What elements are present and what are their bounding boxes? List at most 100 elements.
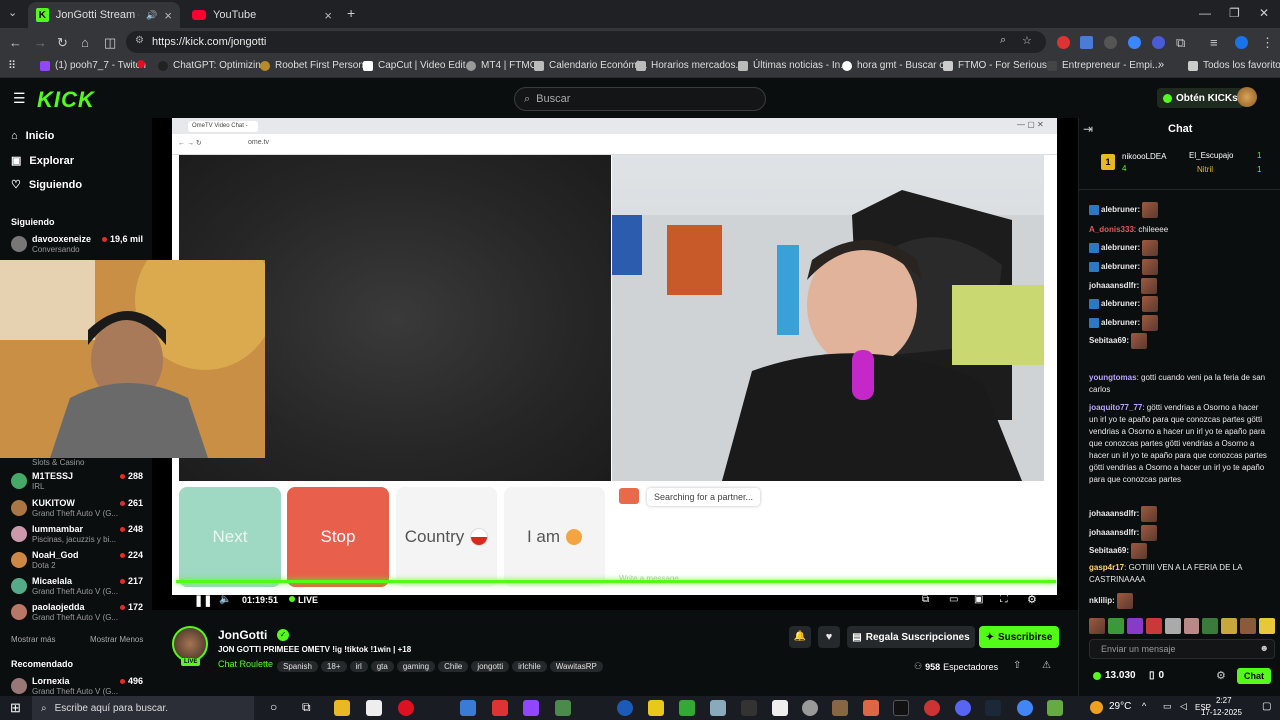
steam-icon[interactable] (985, 700, 1001, 716)
get-kicks-button[interactable]: Obtén KICKs (1157, 88, 1244, 108)
tag[interactable]: gaming (396, 661, 436, 672)
tray-arrow-icon[interactable]: ^ (1142, 701, 1146, 711)
settings-icon[interactable] (802, 700, 818, 716)
chat-settings-icon[interactable]: ⚙ (1216, 669, 1226, 682)
kick-logo[interactable]: KICK (37, 87, 95, 113)
followed-channel[interactable]: davooxeneize Conversando 19,6 mil (11, 234, 147, 256)
followed-channel[interactable]: lummambar Piscinas, jacuzzis y bi... 248 (11, 524, 147, 546)
clock-time[interactable]: 2:27 (1216, 696, 1232, 705)
chrome-icon[interactable] (1017, 700, 1033, 716)
streamer-name[interactable]: JonGotti (218, 628, 267, 642)
nav-following[interactable]: ♡ Siguiendo (11, 178, 82, 192)
tab-kick[interactable]: K JonGotti Stream - Watch L 🔊 × (28, 2, 180, 28)
network-icon[interactable]: ▭ (1163, 701, 1172, 712)
emote-icon[interactable] (1126, 618, 1143, 634)
emote-icon[interactable] (1259, 618, 1276, 634)
tiktok-icon[interactable] (893, 700, 909, 716)
followed-channel[interactable]: Micaelala Grand Theft Auto V (G... 217 (11, 576, 147, 598)
progress-bar[interactable] (176, 580, 1056, 583)
star-icon[interactable]: ☆ (1022, 34, 1032, 47)
emote-icon[interactable] (1164, 618, 1181, 634)
show-more-link[interactable]: Mostrar más (11, 635, 55, 644)
minimize-icon[interactable]: — (1199, 6, 1211, 20)
task-view-icon[interactable]: ⧉ (302, 700, 311, 715)
theater-mode-icon[interactable]: ▭ (949, 594, 958, 605)
kicks-balance[interactable]: 13.030 (1093, 670, 1136, 681)
points-balance[interactable]: ▯ 0 (1149, 670, 1164, 681)
volume-icon[interactable]: ◁ (1180, 701, 1187, 712)
zoom-app-icon[interactable] (617, 700, 633, 716)
app-icon[interactable] (772, 700, 788, 716)
nav-explore[interactable]: ▣ Explorar (11, 154, 74, 168)
emote-icon[interactable] (1202, 618, 1219, 634)
next-button[interactable]: Next (179, 487, 281, 587)
window-controls-icon[interactable]: — ▢ ✕ (1017, 120, 1044, 129)
followed-channel[interactable]: NoaH_God Dota 2 224 (11, 550, 147, 572)
taskbar-search-input[interactable]: ⌕ Escribe aquí para buscar. (32, 696, 254, 720)
followed-channel[interactable]: paolaojedda Grand Theft Auto V (G... 172 (11, 602, 147, 624)
gift-subscriptions-button[interactable]: ▤ Regala Suscripciones (847, 626, 975, 648)
emoji-icon[interactable]: ☻ (1260, 643, 1269, 653)
emote-icon[interactable] (1221, 618, 1238, 634)
more-bookmarks-icon[interactable]: » (1158, 59, 1164, 71)
settings-gear-icon[interactable]: ⚙ (1027, 593, 1037, 606)
nav-home[interactable]: ⌂ Inicio (11, 130, 54, 142)
twitch-icon[interactable] (523, 700, 539, 716)
chat-input[interactable]: Enviar un mensaje ☻ (1089, 639, 1275, 659)
home-icon[interactable]: ⌂ (81, 35, 89, 50)
app-icon[interactable] (1047, 700, 1063, 716)
menu-dots-icon[interactable]: ⋮ (1261, 35, 1274, 51)
bookmark-item[interactable]: Entrepreneur - Empi... (1047, 60, 1160, 71)
hamburger-menu-icon[interactable]: ☰ (13, 90, 26, 107)
app-icon[interactable] (555, 700, 571, 716)
tag[interactable]: gta (370, 661, 394, 672)
file-explorer-icon[interactable] (334, 700, 350, 716)
collapse-chat-icon[interactable]: ⇥ (1083, 122, 1093, 136)
bookmark-item[interactable]: MT4 | FTMO (466, 60, 537, 71)
nav-icons[interactable]: ← → ↻ (178, 139, 202, 147)
notifications-icon[interactable]: ▢ (1262, 701, 1271, 712)
back-icon[interactable]: ← (9, 35, 22, 50)
weather-temp[interactable]: 29°C (1109, 701, 1131, 712)
zoom-icon[interactable]: ⌕ (1000, 34, 1006, 47)
bookmark-item[interactable]: (1) pooh7_7 - Twitch (40, 60, 146, 71)
leader-name[interactable]: El_Escupajo (1189, 151, 1233, 160)
reading-list-icon[interactable]: ≡ (1210, 35, 1218, 50)
site-info-icon[interactable]: ⚙ (135, 35, 144, 46)
extension-icon[interactable] (1128, 36, 1141, 49)
close-tab-icon[interactable]: × (164, 8, 172, 23)
bookmark-item[interactable]: Últimas noticias - In... (738, 60, 849, 71)
extension-icon[interactable] (1104, 36, 1117, 49)
leader-name[interactable]: nikoooLDEA (1122, 152, 1166, 161)
url-field[interactable]: ⚙ https://kick.com/jongotti ⌕ ☆ (126, 31, 1046, 53)
tag[interactable]: 18+ (320, 661, 347, 672)
search-input[interactable]: ⌕ Buscar (514, 87, 766, 111)
fullscreen-icon[interactable]: ⛶ (1000, 593, 1008, 606)
volume-icon[interactable]: 🔈 (219, 594, 231, 605)
emote-icon[interactable] (1240, 618, 1257, 634)
followed-channel[interactable]: KUKITOW Grand Theft Auto V (G... 261 (11, 498, 147, 520)
profile-icon[interactable] (1235, 36, 1248, 49)
app-icon[interactable] (832, 700, 848, 716)
app-icon[interactable] (710, 700, 726, 716)
bookmark-item[interactable]: CapCut | Video Edit... (363, 60, 474, 71)
forward-icon[interactable]: → (34, 35, 47, 50)
app-icon[interactable] (924, 700, 940, 716)
split-view-icon[interactable]: ◫ (104, 35, 116, 51)
app-icon[interactable] (648, 700, 664, 716)
clip-icon[interactable]: ▣ (974, 594, 983, 605)
tag[interactable]: irlchile (512, 661, 547, 672)
followed-channel[interactable]: M1TESSJ IRL 288 (11, 471, 147, 493)
close-window-icon[interactable]: ✕ (1259, 6, 1269, 20)
subscribe-button[interactable]: ✦ Suscribirse (979, 626, 1059, 648)
ometv-url[interactable]: ome.tv (248, 139, 269, 146)
apps-grid-icon[interactable]: ⠿ (8, 59, 16, 72)
follow-heart-icon[interactable]: ♥ (818, 626, 840, 648)
recommended-channel[interactable]: Lornexia Grand Theft Auto V (G... 496 (11, 676, 147, 698)
tag[interactable]: irl (349, 661, 368, 672)
stop-button[interactable]: Stop (287, 487, 389, 587)
tag[interactable]: Chile (438, 661, 469, 672)
bookmark-item[interactable]: FTMO - For Serious... (943, 60, 1055, 71)
opera-icon[interactable] (398, 700, 414, 716)
app-icon[interactable] (492, 700, 508, 716)
